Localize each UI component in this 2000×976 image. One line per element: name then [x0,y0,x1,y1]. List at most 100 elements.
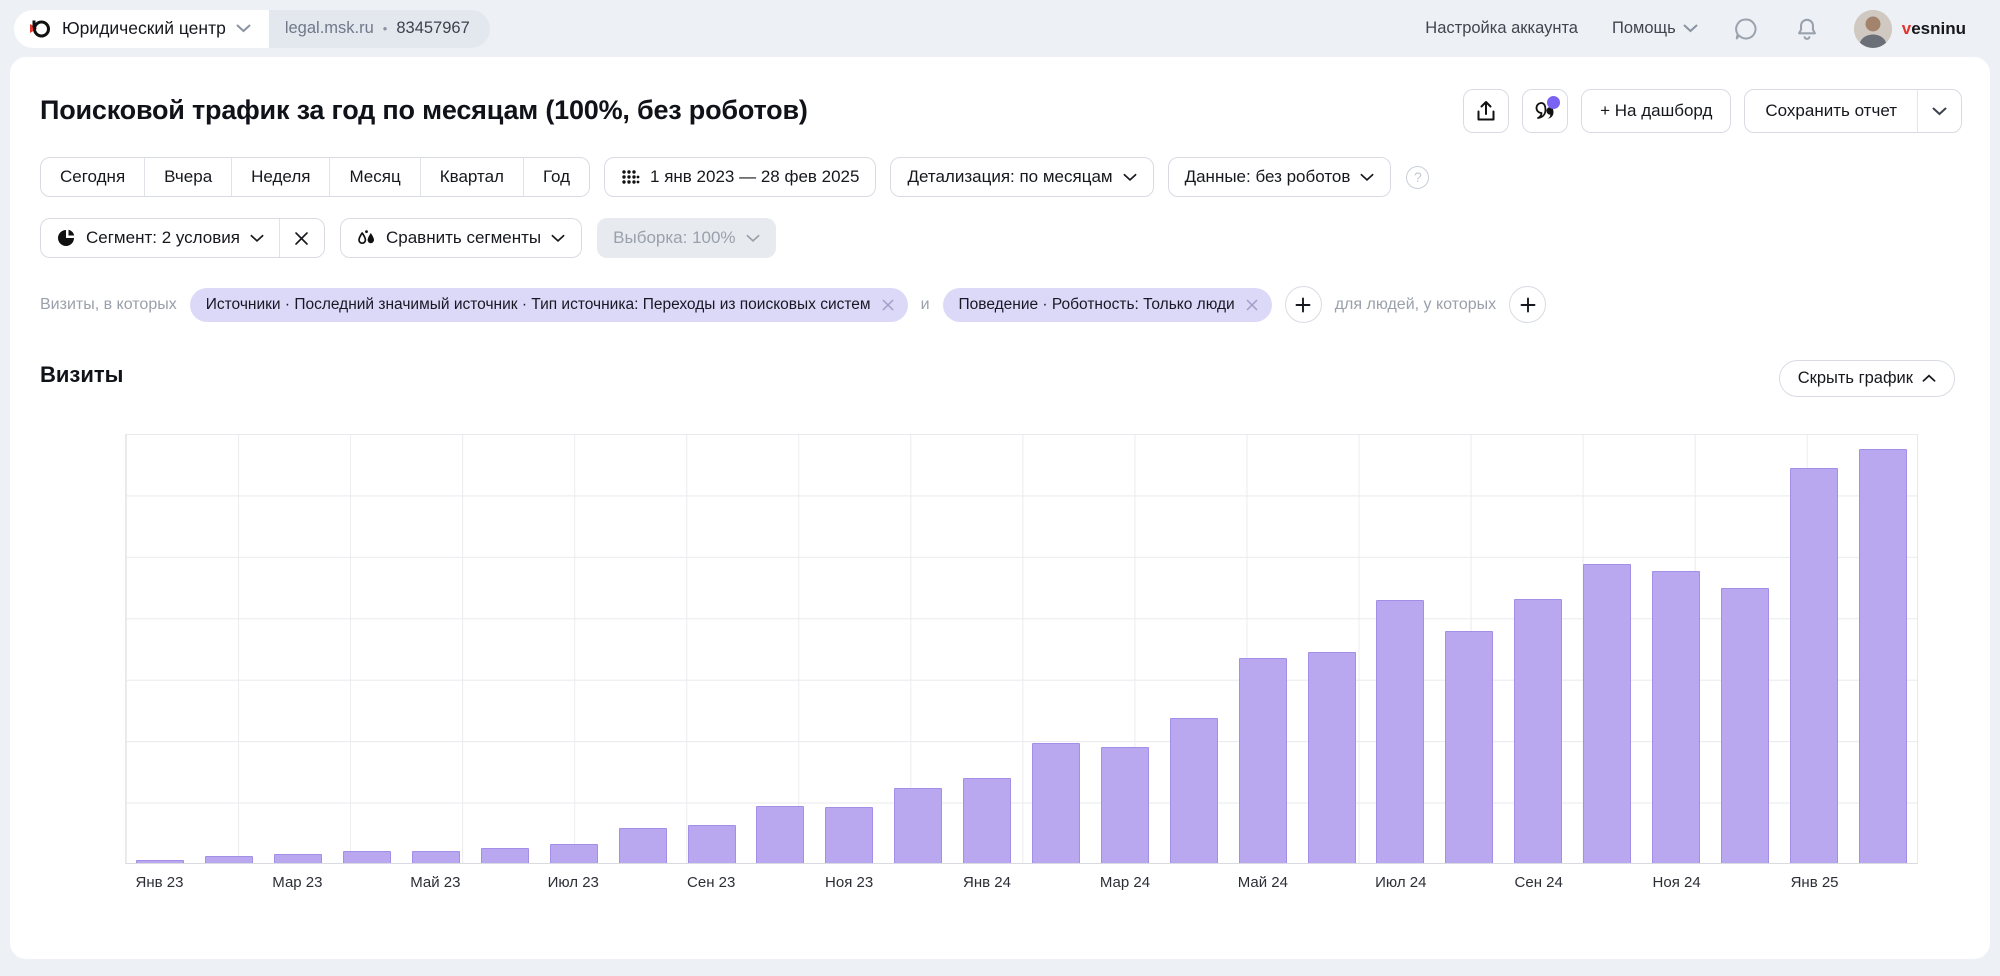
x-axis-label: Янв 23 [136,874,184,891]
bar-slot [195,434,264,863]
username[interactable]: vesninu [1902,19,1966,39]
period-today[interactable]: Сегодня [41,158,145,196]
bar-Авг 24[interactable] [1445,631,1493,863]
data-mode-dropdown[interactable]: Данные: без роботов [1168,157,1392,197]
period-quarter[interactable]: Квартал [421,158,524,196]
segment-clear-button[interactable] [279,219,324,257]
bar-Янв 25[interactable] [1790,468,1838,863]
segment-label: Сегмент: 2 условия [86,228,240,248]
notification-badge [1547,96,1560,109]
period-month[interactable]: Месяц [330,158,420,196]
x-axis-label: Июл 23 [548,874,599,891]
project-pill[interactable]: Юридический центр [14,10,269,48]
bar-slot [1022,434,1091,863]
bar-Мар 24[interactable] [1101,747,1149,863]
bar-Ноя 24[interactable] [1652,571,1700,863]
plus-icon [1520,297,1536,313]
avatar[interactable] [1854,10,1892,48]
visits-bar-chart [125,434,1918,864]
chevron-down-icon [1683,24,1698,33]
add-to-dashboard-label: + На дашборд [1600,101,1712,121]
visits-in-which-label: Визиты, в которых [40,296,177,314]
bar-slot [884,434,953,863]
bar-slot [1297,434,1366,863]
bar-Окт 23[interactable] [756,806,804,863]
chevron-down-icon [1932,107,1947,116]
chevron-down-icon [1123,173,1137,182]
bar-Ноя 23[interactable] [825,807,873,863]
bar-Май 23[interactable] [412,851,460,863]
bar-Апр 24[interactable] [1170,718,1218,863]
period-yesterday[interactable]: Вчера [145,158,232,196]
filter-chip-behavior[interactable]: Поведение · Роботность: Только люди [943,288,1272,322]
period-year[interactable]: Год [524,158,589,196]
bar-Апр 23[interactable] [343,851,391,863]
segment-control: Сегмент: 2 условия [40,218,325,258]
bar-slot [470,434,539,863]
bar-slot [126,434,195,863]
bar-Июн 24[interactable] [1308,652,1356,863]
chip-close-icon[interactable] [881,298,895,312]
bar-Сен 23[interactable] [688,825,736,863]
topbar: Юридический центр legal.msk.ru • 8345796… [0,0,2000,57]
bar-slot [1228,434,1297,863]
bar-Май 24[interactable] [1239,658,1287,863]
x-axis-label: Май 24 [1238,874,1288,891]
add-visit-condition-button[interactable] [1285,286,1322,323]
x-axis-label: Сен 23 [687,874,735,891]
bar-slot [746,434,815,863]
detalization-value: Детализация: по месяцам [907,167,1112,187]
bar-slot [539,434,608,863]
data-mode-value: Данные: без роботов [1185,167,1351,187]
account-settings-link[interactable]: Настройка аккаунта [1425,19,1578,38]
bar-slot [1504,434,1573,863]
hide-chart-button[interactable]: Скрыть график [1779,360,1955,397]
bar-Июл 24[interactable] [1376,600,1424,863]
bar-Фев 23[interactable] [205,856,253,863]
segment-dropdown[interactable]: Сегмент: 2 условия [41,219,279,257]
bar-Фев 25[interactable] [1859,449,1907,863]
bar-Янв 23[interactable] [136,860,184,863]
export-button[interactable] [1463,89,1509,133]
date-range-value: 1 янв 2023 — 28 фев 2025 [650,167,859,187]
notifications-bell-icon[interactable] [1794,16,1820,42]
project-switcher[interactable]: Юридический центр legal.msk.ru • 8345796… [14,10,490,48]
site-info: legal.msk.ru • 83457967 [269,10,490,48]
bar-slot [1642,434,1711,863]
metrica-logo-icon [28,17,52,41]
export-icon [1475,100,1497,122]
help-question-icon[interactable]: ? [1406,166,1429,189]
help-menu[interactable]: Помощь [1612,19,1698,38]
filter-chip-source[interactable]: Источники · Последний значимый источник … [190,288,908,322]
bar-Янв 24[interactable] [963,778,1011,863]
filter-chip-source-text: Источники · Последний значимый источник … [206,296,871,314]
bar-Фев 24[interactable] [1032,743,1080,863]
compare-segments-dropdown[interactable]: Сравнить сегменты [340,218,582,258]
chat-icon[interactable] [1732,15,1760,43]
bar-Июл 23[interactable] [550,844,598,863]
x-axis-label: Май 23 [410,874,460,891]
sampling-dropdown[interactable]: Выборка: 100% [597,218,775,258]
site-domain: legal.msk.ru [285,19,374,38]
bar-Мар 23[interactable] [274,854,322,863]
bar-Окт 24[interactable] [1583,564,1631,863]
save-report-caret[interactable] [1917,90,1961,132]
bar-Дек 23[interactable] [894,788,942,863]
bar-Дек 24[interactable] [1721,588,1769,863]
chevron-down-icon [1360,173,1374,182]
detalization-dropdown[interactable]: Детализация: по месяцам [890,157,1153,197]
chevron-down-icon [746,234,760,243]
comments-button[interactable] [1522,89,1568,133]
sampling-label: Выборка: 100% [613,228,735,248]
bar-Авг 23[interactable] [619,828,667,863]
bar-Июн 23[interactable] [481,848,529,863]
chip-close-icon[interactable] [1245,298,1259,312]
page-title: Поисковой трафик за год по месяцам (100%… [40,95,808,126]
add-people-condition-button[interactable] [1509,286,1546,323]
save-report-button[interactable]: Сохранить отчет [1745,90,1917,132]
add-to-dashboard-button[interactable]: + На дашборд [1581,89,1731,133]
bar-Сен 24[interactable] [1514,599,1562,863]
period-week[interactable]: Неделя [232,158,330,196]
bar-slot [1366,434,1435,863]
date-range-button[interactable]: 1 янв 2023 — 28 фев 2025 [604,157,876,197]
